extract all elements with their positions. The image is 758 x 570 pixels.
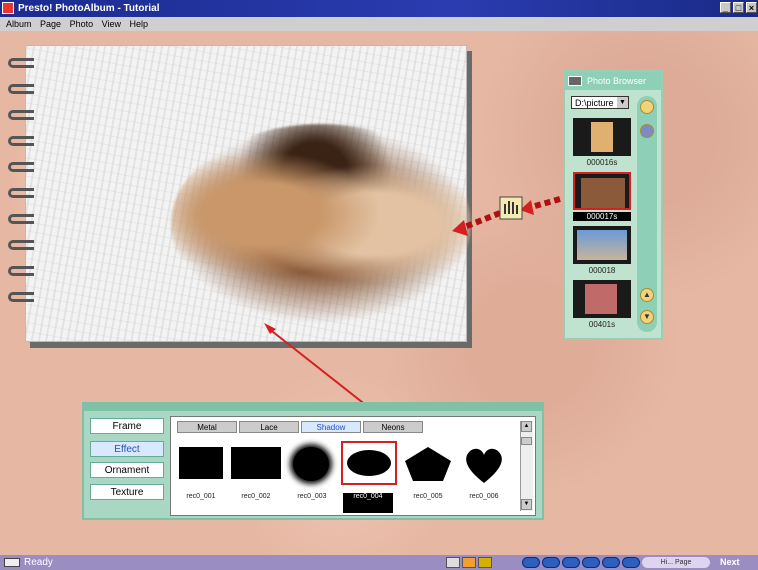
thumbnail-image — [577, 230, 627, 260]
effects-panel: Frame Effect Ornament Texture Metal Lace… — [82, 402, 544, 520]
folder-select[interactable]: D:\picture ▼ — [571, 96, 629, 109]
scroll-down-icon[interactable]: ▼ — [640, 310, 654, 324]
shape-label: rec0_005 — [413, 493, 443, 500]
photo-thumbnail[interactable] — [573, 226, 631, 264]
category-ornament[interactable]: Ornament — [90, 462, 164, 478]
shape-label-selected: rec0_004 — [343, 493, 393, 513]
hand-cursor-icon — [499, 196, 523, 220]
photo-thumbnail[interactable] — [573, 280, 631, 318]
shape-label: rec0_002 — [241, 493, 271, 500]
status-icon — [4, 558, 20, 567]
folder-icon[interactable] — [462, 557, 476, 568]
thumbnail-image — [591, 122, 613, 152]
status-text: Ready — [24, 557, 53, 568]
shape-label: rec0_003 — [297, 493, 327, 500]
category-frame[interactable]: Frame — [90, 418, 164, 434]
nav-last-button[interactable] — [602, 557, 620, 568]
photo-browser-header: Photo Browser — [565, 72, 661, 90]
drag-arrow — [460, 210, 502, 231]
panel-header — [84, 404, 542, 411]
photo-browser-panel: Photo Browser D:\picture ▼ ▲ ▼ 000016s 0… — [563, 70, 663, 340]
gallery-scrollbar[interactable]: ▲ ▼ — [520, 421, 533, 511]
chevron-down-icon[interactable]: ▼ — [617, 97, 628, 108]
thumbnail-label: 000017s — [573, 212, 631, 221]
tab-neons[interactable]: Neons — [363, 421, 423, 433]
browser-icon — [568, 76, 582, 86]
browser-scrollbar[interactable]: ▲ ▼ — [637, 96, 657, 332]
thumbnail-label: 00401s — [588, 320, 616, 329]
nav-prev-button[interactable] — [542, 557, 560, 568]
photo-thumbnail-selected[interactable] — [573, 172, 631, 210]
scroll-up-icon[interactable]: ▲ — [640, 288, 654, 302]
shape-label: rec0_001 — [186, 493, 216, 500]
photo-icon[interactable] — [478, 557, 492, 568]
rectangle-shadow-icon[interactable] — [231, 447, 281, 479]
tab-lace[interactable]: Lace — [239, 421, 299, 433]
photo-thumbnail[interactable] — [573, 118, 631, 156]
pentagon-shadow-icon[interactable] — [403, 445, 453, 483]
page-indicator: Hi... Page — [642, 557, 710, 568]
thumbnail-label: 000016s — [586, 158, 618, 167]
next-button[interactable]: Next — [720, 555, 740, 570]
shape-label: rec0_006 — [469, 493, 499, 500]
photo-browser-title: Photo Browser — [587, 76, 647, 86]
globe-icon[interactable] — [640, 124, 654, 138]
drag-arrowhead-icon — [452, 220, 468, 236]
tab-metal[interactable]: Metal — [177, 421, 237, 433]
scroll-up-icon[interactable]: ▲ — [521, 421, 532, 432]
tab-shadow[interactable]: Shadow — [301, 421, 361, 433]
category-effect[interactable]: Effect — [90, 441, 164, 457]
page-icon[interactable] — [446, 557, 460, 568]
ellipse-shadow-icon — [347, 450, 391, 476]
circle-shadow-icon[interactable] — [293, 447, 329, 481]
nav-extra-button[interactable] — [622, 557, 640, 568]
heart-shadow-icon[interactable] — [461, 445, 507, 485]
category-texture[interactable]: Texture — [90, 484, 164, 500]
nav-play-button[interactable] — [562, 557, 580, 568]
scroll-thumb[interactable] — [521, 437, 532, 445]
status-bar: Ready Hi... Page Next — [0, 555, 758, 570]
folder-icon[interactable] — [640, 100, 654, 114]
nav-next-button[interactable] — [582, 557, 600, 568]
app-window: Presto! PhotoAlbum - Tutorial _ □ × Albu… — [0, 0, 758, 570]
nav-first-button[interactable] — [522, 557, 540, 568]
drag-arrow — [527, 196, 561, 211]
thumbnail-image — [581, 178, 625, 208]
thumbnail-image — [585, 284, 617, 314]
scroll-down-icon[interactable]: ▼ — [521, 499, 532, 510]
folder-value: D:\picture — [575, 98, 614, 108]
rectangle-shadow-icon[interactable] — [179, 447, 223, 479]
thumbnail-label: 000018 — [588, 266, 616, 275]
selected-shape-frame[interactable] — [341, 441, 397, 485]
effects-gallery: Metal Lace Shadow Neons rec0_001 rec0_00… — [170, 416, 536, 516]
